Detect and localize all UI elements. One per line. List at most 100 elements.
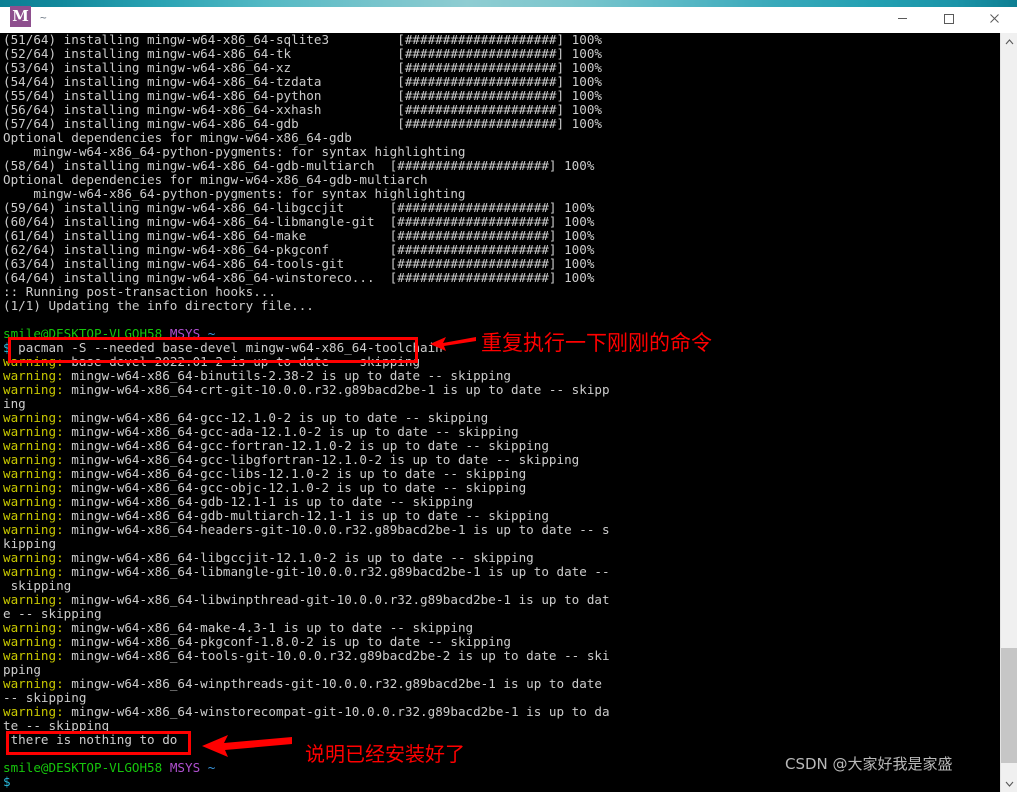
terminal-line: (57/64) installing mingw-w64-x86_64-gdb … [3, 117, 998, 131]
terminal-text-span: (55/64) installing mingw-w64-x86_64-pyth… [3, 88, 602, 103]
msys2-terminal-window: M ~ (51/64) installing mingw-w64-x86_64-… [0, 0, 1017, 792]
terminal-line: te -- skipping [3, 719, 998, 733]
terminal-text-span: mingw-w64-x86_64-libwinpthread-git-10.0.… [63, 592, 610, 607]
terminal-text-span: mingw-w64-x86_64-gcc-ada-12.1.0-2 is up … [63, 424, 519, 439]
terminal-text-span: mingw-w64-x86_64-headers-git-10.0.0.r32.… [63, 522, 610, 537]
terminal-text-span: warning: [3, 480, 64, 495]
terminal-text-span: mingw-w64-x86_64-gdb-12.1-1 is up to dat… [63, 494, 474, 509]
terminal-text-span: ing [3, 396, 26, 411]
terminal-text-span: smile@DESKTOP-VLGOH58 [3, 326, 163, 341]
terminal-text-span: mingw-w64-x86_64-winpthreads-git-10.0.0.… [63, 676, 602, 691]
terminal-line: warning: mingw-w64-x86_64-gcc-libs-12.1.… [3, 467, 998, 481]
terminal-text-span: kipping [3, 536, 57, 551]
terminal-text-span: warning: [3, 550, 64, 565]
terminal-text-span: ~ [207, 760, 216, 775]
terminal-output-area[interactable]: (51/64) installing mingw-w64-x86_64-sqli… [0, 33, 1000, 792]
top-annotation-arrow [430, 337, 476, 351]
terminal-text-span: warning: [3, 368, 64, 383]
terminal-line: (56/64) installing mingw-w64-x86_64-xxha… [3, 103, 998, 117]
terminal-line: warning: base-devel-2022.01-2 is up to d… [3, 355, 998, 369]
terminal-text-span: base-devel-2022.01-2 is up to date -- sk… [63, 354, 421, 369]
terminal-line: mingw-w64-x86_64-python-pygments: for sy… [3, 187, 998, 201]
terminal-text-span [200, 326, 208, 341]
terminal-text-span: mingw-w64-x86_64-make-4.3-1 is up to dat… [63, 620, 474, 635]
terminal-text-span: warning: [3, 564, 64, 579]
scrollbar-thumb[interactable] [1001, 648, 1017, 763]
terminal-line: (58/64) installing mingw-w64-x86_64-gdb-… [3, 159, 998, 173]
terminal-text-span: mingw-w64-x86_64-gcc-objc-12.1.0-2 is up… [63, 480, 527, 495]
terminal-text-span: (51/64) installing mingw-w64-x86_64-sqli… [3, 33, 602, 47]
terminal-text-span: mingw-w64-x86_64-tools-git-10.0.0.r32.g8… [63, 648, 610, 663]
terminal-text-span: e -- skipping [3, 606, 102, 621]
terminal-line: warning: mingw-w64-x86_64-winstorecompat… [3, 705, 998, 719]
terminal-line: (1/1) Updating the info directory file..… [3, 299, 998, 313]
terminal-text-span: (60/64) installing mingw-w64-x86_64-libm… [3, 214, 595, 229]
terminal-text-span: mingw-w64-x86_64-binutils-2.38-2 is up t… [63, 368, 512, 383]
window-title: ~ [40, 11, 47, 24]
terminal-line: e -- skipping [3, 607, 998, 621]
terminal-line: (52/64) installing mingw-w64-x86_64-tk [… [3, 47, 998, 61]
scrollbar-track[interactable] [1001, 50, 1017, 775]
terminal-line: (62/64) installing mingw-w64-x86_64-pkgc… [3, 243, 998, 257]
terminal-line: ing [3, 397, 998, 411]
terminal-text-span: mingw-w64-x86_64-gcc-libgfortran-12.1.0-… [63, 452, 580, 467]
terminal-text-span: smile@DESKTOP-VLGOH58 [3, 760, 163, 775]
terminal-text-span: warning: [3, 410, 64, 425]
terminal-line: warning: mingw-w64-x86_64-pkgconf-1.8.0-… [3, 635, 998, 649]
terminal-text-span: (1/1) Updating the info directory file..… [3, 298, 314, 313]
chevron-up-icon [1005, 38, 1014, 44]
terminal-line: -- skipping [3, 691, 998, 705]
minimize-button[interactable] [879, 5, 925, 31]
terminal-text-span: warning: [3, 592, 64, 607]
bottom-annotation-text: 说明已经安装好了 [305, 742, 465, 766]
terminal-text-span: mingw-w64-x86_64-gcc-12.1.0-2 is up to d… [63, 410, 489, 425]
scroll-up-button[interactable] [1001, 33, 1017, 50]
terminal-text-span [200, 760, 208, 775]
terminal-line: (51/64) installing mingw-w64-x86_64-sqli… [3, 33, 998, 47]
scroll-down-button[interactable] [1001, 775, 1017, 792]
terminal-line: warning: mingw-w64-x86_64-make-4.3-1 is … [3, 621, 998, 635]
close-button[interactable] [971, 5, 1017, 31]
terminal-text-span: mingw-w64-x86_64-gdb-multiarch-12.1-1 is… [63, 508, 549, 523]
terminal-line: (53/64) installing mingw-w64-x86_64-xz [… [3, 61, 998, 75]
terminal-text-span: (61/64) installing mingw-w64-x86_64-make… [3, 228, 595, 243]
terminal-text-span: -- skipping [3, 690, 87, 705]
terminal-text-span: mingw-w64-x86_64-libgccjit-12.1.0-2 is u… [63, 550, 534, 565]
terminal-scrollbar[interactable] [1000, 33, 1017, 792]
terminal-line: warning: mingw-w64-x86_64-libwinpthread-… [3, 593, 998, 607]
terminal-text-span [162, 760, 170, 775]
terminal-line: warning: mingw-w64-x86_64-winpthreads-gi… [3, 677, 998, 691]
terminal-line: :: Running post-transaction hooks... [3, 285, 998, 299]
terminal-line: (54/64) installing mingw-w64-x86_64-tzda… [3, 75, 998, 89]
maximize-button[interactable] [925, 5, 971, 31]
terminal-line: (55/64) installing mingw-w64-x86_64-pyth… [3, 89, 998, 103]
terminal-line: warning: mingw-w64-x86_64-gcc-objc-12.1.… [3, 481, 998, 495]
terminal-line: Optional dependencies for mingw-w64-x86_… [3, 131, 998, 145]
terminal-line: warning: mingw-w64-x86_64-libmangle-git-… [3, 565, 998, 579]
terminal-text-span: (63/64) installing mingw-w64-x86_64-tool… [3, 256, 595, 271]
terminal-text-span: $ [3, 774, 11, 789]
top-annotation-text: 重复执行一下刚刚的命令 [481, 331, 712, 355]
terminal-line: there is nothing to do [3, 733, 998, 747]
terminal-text-span: (59/64) installing mingw-w64-x86_64-libg… [3, 200, 595, 215]
terminal-text-span: skipping [3, 578, 72, 593]
terminal-line: warning: mingw-w64-x86_64-gdb-multiarch-… [3, 509, 998, 523]
terminal-text-span: there is nothing to do [3, 732, 178, 747]
terminal-text-span: warning: [3, 648, 64, 663]
terminal-line: warning: mingw-w64-x86_64-tools-git-10.0… [3, 649, 998, 663]
terminal-line: warning: mingw-w64-x86_64-gcc-libgfortra… [3, 453, 998, 467]
terminal-line: skipping [3, 579, 998, 593]
terminal-text-span: (56/64) installing mingw-w64-x86_64-xxha… [3, 102, 602, 117]
terminal-line: (61/64) installing mingw-w64-x86_64-make… [3, 229, 998, 243]
terminal-line: warning: mingw-w64-x86_64-gcc-ada-12.1.0… [3, 425, 998, 439]
terminal-line: warning: mingw-w64-x86_64-gcc-12.1.0-2 i… [3, 411, 998, 425]
terminal-text-span: warning: [3, 676, 64, 691]
terminal-line: kipping [3, 537, 998, 551]
terminal-text-span: (52/64) installing mingw-w64-x86_64-tk [… [3, 46, 602, 61]
terminal-line: mingw-w64-x86_64-python-pygments: for sy… [3, 145, 998, 159]
bottom-annotation-arrow [202, 735, 292, 757]
terminal-text-span: te -- skipping [3, 718, 110, 733]
terminal-line: warning: mingw-w64-x86_64-headers-git-10… [3, 523, 998, 537]
terminal-text-span: warning: [3, 452, 64, 467]
